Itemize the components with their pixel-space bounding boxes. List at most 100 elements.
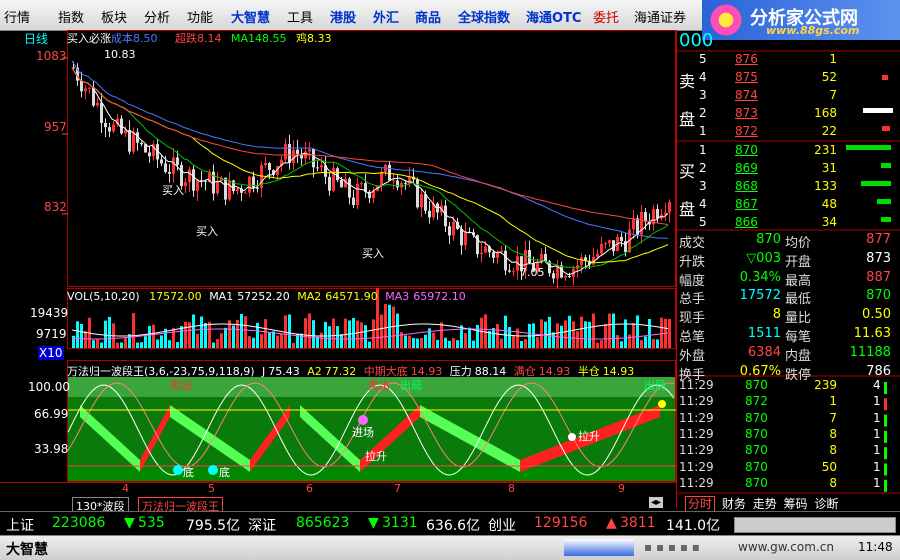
- volume-bar: [292, 342, 295, 348]
- candle-body: [316, 167, 319, 169]
- candle-body: [132, 132, 135, 152]
- menu-item-bankuai[interactable]: 板块: [101, 7, 127, 26]
- candle-body: [264, 162, 267, 166]
- volume-bar: [464, 333, 467, 348]
- tab-zoushi[interactable]: 走势: [753, 497, 777, 511]
- quote-row[interactable]: 现手 8 量比 0.50: [677, 307, 900, 326]
- tab-caiwu[interactable]: 财务: [722, 497, 746, 511]
- month-label: 7: [394, 482, 401, 495]
- quote-row[interactable]: 幅度 0.34% 最高 887: [677, 270, 900, 289]
- tab-chouma[interactable]: 筹码: [784, 497, 808, 511]
- menu-item-weituo[interactable]: 委托: [593, 7, 619, 26]
- candle-body: [172, 157, 175, 174]
- orderbook-sell-row[interactable]: 1 872 22: [677, 124, 900, 141]
- orderbook-sell-row[interactable]: 2 873 168: [677, 106, 900, 123]
- menu-item-haitong-otc[interactable]: 海通OTC: [526, 7, 581, 26]
- tick-row[interactable]: 11:29 872 1 1: [677, 394, 900, 411]
- toolbar-icons[interactable]: ▪ ▪ ▪ ▪ ▪: [644, 540, 700, 554]
- up-arrow-icon: ▲: [606, 515, 617, 531]
- menu-item-gongneng[interactable]: 功能: [187, 7, 213, 26]
- a2-value: 77.32: [324, 365, 357, 378]
- quote-panel: 000 卖 盘 买 盘 分时 财务 走势 筹码 诊断 5 876 14 875 …: [676, 30, 900, 512]
- candle-body: [332, 168, 335, 191]
- orderbook-buy-row[interactable]: 4 867 48: [677, 197, 900, 214]
- volume-bar: [408, 335, 411, 348]
- sz-amount: 636.6亿: [426, 518, 481, 534]
- menu-item-gongju[interactable]: 工具: [287, 7, 313, 26]
- volume-bar: [484, 314, 487, 348]
- footer-url[interactable]: www.gw.com.cn: [738, 540, 834, 554]
- tick-row[interactable]: 11:29 870 239 4: [677, 378, 900, 395]
- orderbook-buy-row[interactable]: 5 866 34: [677, 215, 900, 232]
- tick-row[interactable]: 11:29 870 7 1: [677, 411, 900, 428]
- candle-body: [128, 129, 131, 152]
- volume-bar: [344, 318, 347, 348]
- tick-volume: 8: [829, 475, 837, 490]
- volume-bar: [584, 321, 587, 348]
- menu-item-shangpin[interactable]: 商品: [415, 7, 441, 26]
- orderbook-buy-row[interactable]: 3 868 133: [677, 179, 900, 196]
- candle-body: [600, 243, 603, 254]
- quote-value: 786: [866, 363, 891, 379]
- volume-bar: [480, 317, 483, 348]
- quote-row[interactable]: 外盘 6384 内盘 11188: [677, 345, 900, 364]
- ma1-label: MA1: [209, 290, 234, 303]
- orderbook-sell-row[interactable]: 4 875 52: [677, 70, 900, 87]
- orderbook-sell-row[interactable]: 5 876 1: [677, 52, 900, 69]
- candle-body: [424, 194, 427, 211]
- menu-item-hangqing[interactable]: 行情: [4, 7, 30, 26]
- tick-row[interactable]: 11:29 870 8 1: [677, 443, 900, 460]
- menu-item-ganggu[interactable]: 港股: [330, 7, 356, 26]
- buy-signal: 买入: [196, 225, 218, 238]
- tick-row[interactable]: 11:29 870 8 1: [677, 427, 900, 444]
- menu-item-global-index[interactable]: 全球指数: [458, 7, 510, 26]
- tick-row[interactable]: 11:29 870 8 1: [677, 476, 900, 493]
- candle-body: [484, 246, 487, 253]
- tick-time: 11:29: [679, 378, 714, 392]
- tick-row[interactable]: 11:29 870 50 1: [677, 460, 900, 477]
- volume-bar: [648, 319, 651, 348]
- volume-bar: [416, 338, 419, 348]
- menu-item-waihui[interactable]: 外汇: [373, 7, 399, 26]
- message-ticker[interactable]: [734, 517, 896, 533]
- quote-row[interactable]: 升跌 ▽003 开盘 873: [677, 251, 900, 270]
- orderbook-sell-row[interactable]: 3 874 7: [677, 88, 900, 105]
- chart-area[interactable]: 日线 买入必涨成本8.50 超跌8.14 MA148.55 鸡8.33 1083…: [0, 30, 676, 508]
- volume-bar: [596, 342, 599, 348]
- volume-bar: [288, 314, 291, 348]
- menu-item-zhishu[interactable]: 指数: [58, 7, 84, 26]
- cy-label[interactable]: 创业: [488, 515, 516, 535]
- menu-item-haitong-zq[interactable]: 海通证券: [634, 7, 686, 26]
- vol-axis-multiplier[interactable]: X10: [38, 346, 64, 360]
- orderbook-buy-row[interactable]: 2 869 31: [677, 161, 900, 178]
- candle-body: [88, 87, 91, 89]
- tick-price: 870: [745, 443, 768, 458]
- quote-row[interactable]: 总笔 1511 每笔 11.63: [677, 326, 900, 345]
- menu-item-fenxi[interactable]: 分析: [144, 7, 170, 26]
- candle-body: [256, 187, 259, 189]
- tab-fenshi[interactable]: 分时: [685, 496, 716, 512]
- ind-axis-low: 33.98: [34, 442, 69, 456]
- sh-label[interactable]: 上证: [6, 515, 34, 535]
- volume-bar: [80, 323, 83, 348]
- orderbook-buy-row[interactable]: 1 870 231: [677, 143, 900, 160]
- tab-zhenduan[interactable]: 诊断: [814, 497, 838, 511]
- buy-price: 869: [735, 161, 758, 175]
- volume-bar: [524, 339, 527, 348]
- sz-label[interactable]: 深证: [248, 515, 276, 535]
- period-label[interactable]: 日线: [24, 30, 48, 47]
- clock: 11:48: [858, 540, 893, 554]
- candle-body: [356, 183, 359, 206]
- stock-code[interactable]: 000: [679, 30, 713, 51]
- short-label: 超跌: [175, 32, 197, 45]
- volume-bar: [508, 327, 511, 348]
- quote-row[interactable]: 成交 870 均价 877: [677, 232, 900, 251]
- tick-volume: 239: [814, 378, 837, 392]
- tick-count: 1: [873, 426, 881, 441]
- tab-scroll-left-icon[interactable]: ◂▸: [649, 497, 664, 508]
- candle-body: [160, 159, 163, 164]
- volume-bar: [424, 334, 427, 348]
- menu-item-dazhihui[interactable]: 大智慧: [231, 7, 270, 26]
- quote-row[interactable]: 总手 17572 最低 870: [677, 288, 900, 307]
- sz-change: 3131: [382, 515, 418, 531]
